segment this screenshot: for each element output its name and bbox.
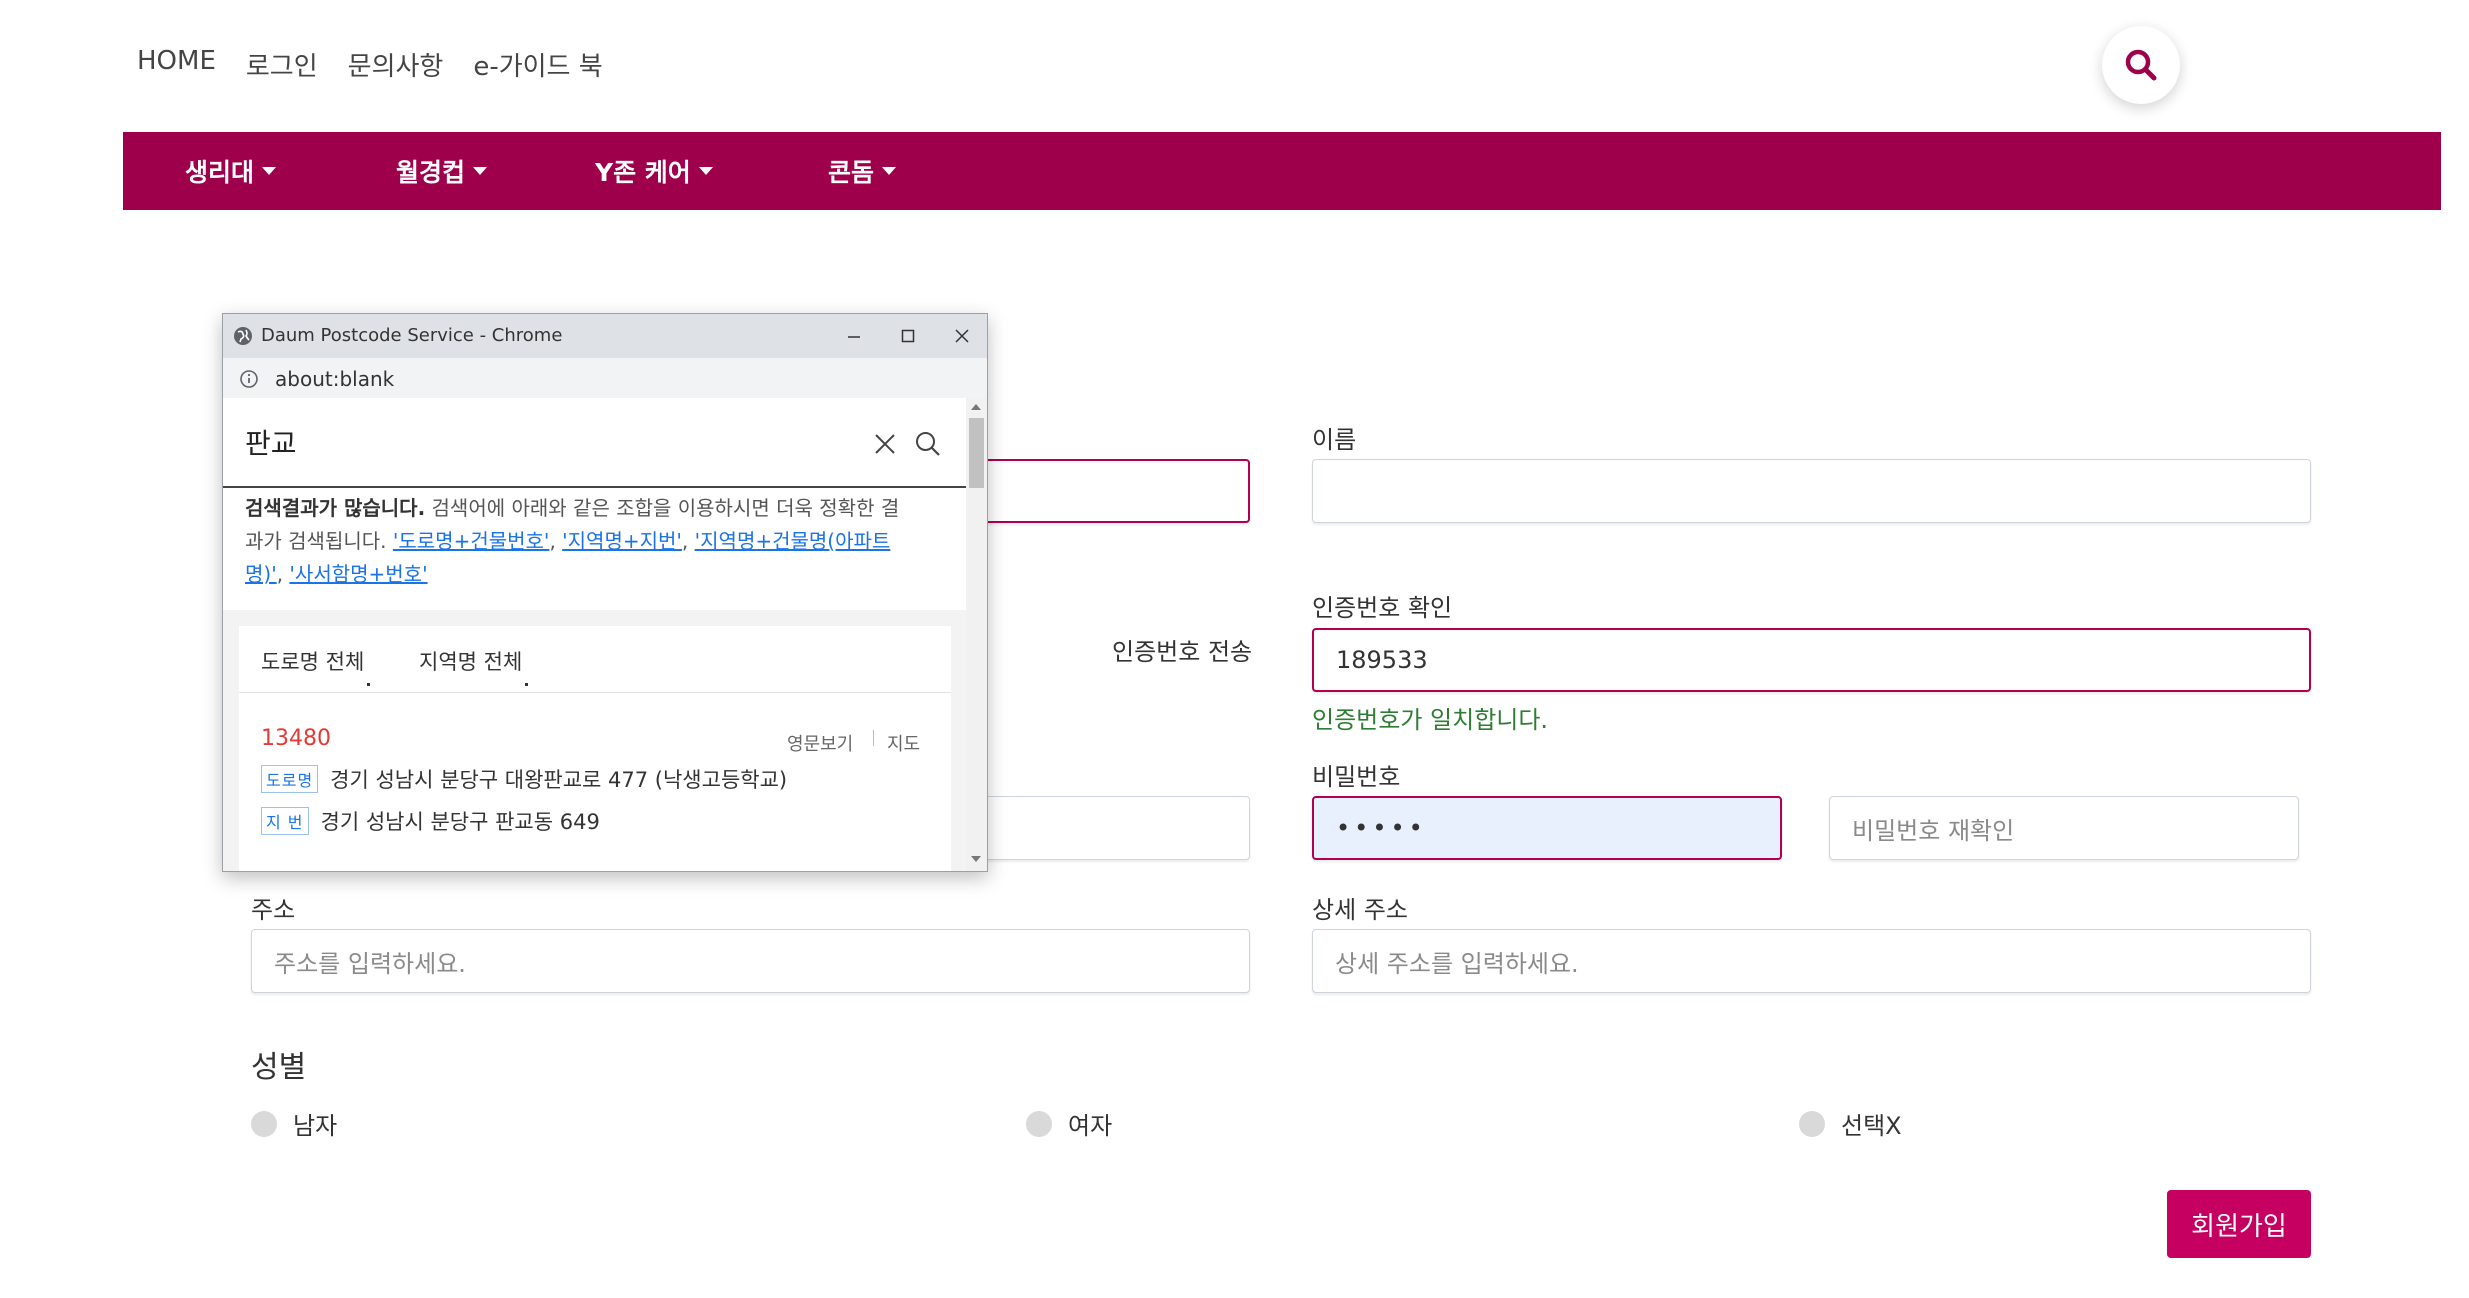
gender-option-female[interactable]: 여자	[1026, 1106, 1112, 1141]
scroll-down-icon[interactable]	[971, 856, 981, 862]
detail-address-label: 상세 주소	[1312, 896, 1408, 924]
address-label: 주소	[251, 896, 296, 924]
minimize-icon	[848, 336, 860, 338]
address-input[interactable]: 주소를 입력하세요.	[251, 929, 1250, 993]
verify-success-message: 인증번호가 일치합니다.	[1312, 706, 1549, 734]
globe-icon	[234, 327, 252, 345]
name-input[interactable]	[1312, 459, 2311, 523]
gender-label: 성별	[251, 1050, 307, 1085]
radio-dot	[1026, 1110, 1052, 1137]
popup-url: about:blank	[275, 367, 395, 391]
name-label: 이름	[1312, 426, 1357, 454]
radio-dot	[1799, 1110, 1825, 1137]
gender-option-none[interactable]: 선택X	[1799, 1106, 1902, 1141]
maximize-icon	[901, 329, 915, 343]
notice-text: 과가 검색됩니다.	[245, 529, 387, 553]
nav-item-label: 생리대	[185, 158, 255, 187]
postcode-search-bar[interactable]: 판교	[223, 398, 966, 488]
minimize-button[interactable]	[827, 314, 881, 358]
nav-item-pads[interactable]: 생리대	[185, 153, 277, 189]
close-icon	[955, 329, 969, 343]
nav-item-y-zone-care[interactable]: Y존 케어	[595, 153, 713, 189]
popup-address-bar: about:blank	[223, 358, 987, 399]
radio-label: 여자	[1068, 1112, 1113, 1140]
results-panel: 도로명 전체 지역명 전체 13480 영문보기 지도 도로명 경기 성남시 분…	[239, 626, 951, 871]
close-window-button[interactable]	[935, 314, 987, 358]
inquiry-link[interactable]: 문의사항	[348, 46, 444, 83]
nav-item-menstrual-cup[interactable]: 월경컵	[396, 153, 488, 189]
scroll-up-icon[interactable]	[971, 404, 981, 410]
map-link[interactable]: 지도	[887, 730, 920, 756]
scroll-thumb[interactable]	[969, 418, 984, 488]
top-links: HOME 로그인 문의사항 e-가이드 북	[137, 46, 603, 83]
radio-label: 남자	[293, 1112, 338, 1140]
suggestion-area-building[interactable]: '지역명+건물명(아파트	[695, 529, 891, 553]
suggestion-road-building[interactable]: '도로명+건물번호'	[393, 529, 550, 553]
nav-item-label: 월경컵	[396, 158, 466, 187]
jibun-address-text: 경기 성남시 분당구 판교동 649	[320, 810, 600, 834]
nav-item-label: Y존 케어	[595, 158, 691, 187]
main-nav: 생리대 월경컵 Y존 케어 콘돔	[123, 132, 2441, 210]
tab-label: 지역명 전체	[419, 650, 523, 674]
suggestion-area-building-cont[interactable]: 명)'	[245, 562, 277, 586]
search-icon[interactable]	[914, 430, 942, 458]
postcode-search-input[interactable]: 판교	[245, 422, 297, 462]
login-link[interactable]: 로그인	[246, 46, 318, 83]
signup-button[interactable]: 회원가입	[2167, 1190, 2311, 1258]
clear-search-icon[interactable]	[873, 432, 897, 456]
caret-down-icon	[262, 167, 277, 175]
caret-down-icon	[698, 167, 713, 175]
link-divider	[873, 730, 874, 746]
gender-option-male[interactable]: 남자	[251, 1106, 337, 1141]
road-address-text: 경기 성남시 분당구 대왕판교로 477 (낙생고등학교)	[330, 768, 788, 792]
result-jibun-address[interactable]: 지 번 경기 성남시 분당구 판교동 649	[261, 806, 600, 836]
radio-dot	[251, 1110, 277, 1137]
password-confirm-input[interactable]: 비밀번호 재확인	[1829, 796, 2299, 860]
notice-bold: 검색결과가 많습니다.	[245, 496, 426, 520]
tab-label: 도로명 전체	[261, 650, 365, 674]
postcode-popup-window: Daum Postcode Service - Chrome about:bla…	[222, 313, 988, 872]
jibun-badge: 지 번	[261, 807, 309, 835]
popup-window-title: Daum Postcode Service - Chrome	[261, 325, 563, 346]
caret-down-icon	[882, 167, 897, 175]
e-guide-link[interactable]: e-가이드 북	[473, 46, 602, 83]
suggestion-area-jibun[interactable]: '지역명+지번'	[562, 529, 682, 553]
tab-road-all[interactable]: 도로명 전체	[261, 646, 371, 686]
verify-label: 인증번호 확인	[1312, 594, 1453, 622]
send-code-button[interactable]: 인증번호 전송	[1112, 632, 1252, 667]
detail-address-input[interactable]: 상세 주소를 입력하세요.	[1312, 929, 2311, 993]
result-zip-code[interactable]: 13480	[261, 726, 331, 751]
tick-mark	[367, 683, 371, 686]
tick-mark	[525, 683, 529, 686]
result-road-address[interactable]: 도로명 경기 성남시 분당구 대왕판교로 477 (낙생고등학교)	[261, 764, 787, 794]
password-input[interactable]: •••••	[1312, 796, 1782, 860]
password-label: 비밀번호	[1312, 763, 1401, 791]
english-view-link[interactable]: 영문보기	[787, 730, 853, 756]
tab-area-all[interactable]: 지역명 전체	[419, 646, 529, 686]
nav-item-label: 콘돔	[828, 158, 875, 187]
radio-label: 선택X	[1841, 1112, 1902, 1140]
popup-title-bar[interactable]: Daum Postcode Service - Chrome	[223, 314, 987, 358]
verify-code-input[interactable]: 189533	[1312, 628, 2311, 692]
notice-text: 검색어에 아래와 같은 조합을 이용하시면 더욱 정확한 결	[425, 496, 900, 520]
suggestion-po-box[interactable]: '사서함명+번호'	[289, 562, 427, 586]
popup-scrollbar[interactable]	[966, 398, 987, 871]
search-notice: 검색결과가 많습니다. 검색어에 아래와 같은 조합을 이용하시면 더욱 정확한…	[245, 496, 900, 586]
maximize-button[interactable]	[881, 314, 935, 358]
nav-item-condom[interactable]: 콘돔	[828, 153, 897, 189]
info-icon	[240, 370, 258, 388]
caret-down-icon	[473, 167, 488, 175]
results-tabs: 도로명 전체 지역명 전체	[239, 626, 951, 693]
road-badge: 도로명	[261, 765, 319, 793]
home-link[interactable]: HOME	[137, 46, 216, 83]
search-icon	[2125, 49, 2157, 81]
search-button[interactable]	[2102, 26, 2180, 104]
